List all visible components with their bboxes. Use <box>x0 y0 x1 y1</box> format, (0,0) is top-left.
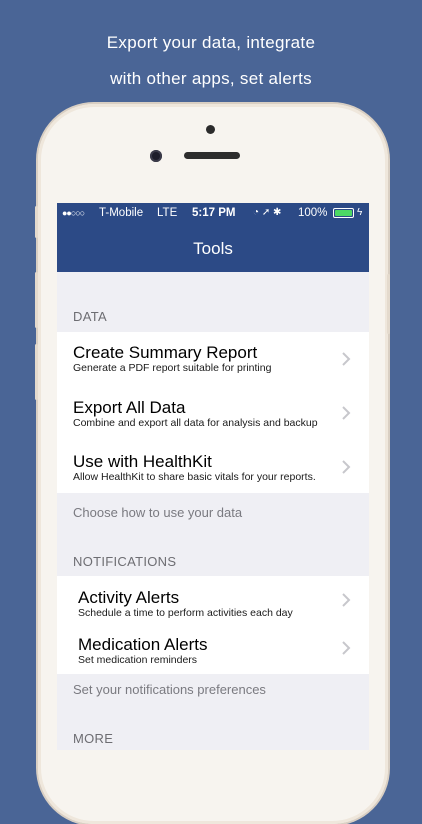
row-subtitle: Set medication reminders <box>78 654 198 666</box>
signal-strength-icon: ●●○○○ <box>62 208 85 218</box>
battery-fill <box>335 210 352 216</box>
activity-alerts-row[interactable]: Activity Alerts Schedule a time to perfo… <box>57 576 369 624</box>
use-with-healthkit-row[interactable]: Use with HealthKit Allow HealthKit to sh… <box>57 440 369 493</box>
chevron-right-icon <box>342 352 351 366</box>
chevron-right-icon <box>342 593 351 607</box>
row-title: Export All Data <box>73 398 186 417</box>
phone-volume-up <box>35 272 38 328</box>
front-camera <box>150 150 162 162</box>
section-footer-data: Choose how to use your data <box>73 505 243 520</box>
row-subtitle: Schedule a time to perform activities ea… <box>78 607 293 619</box>
export-all-data-row[interactable]: Export All Data Combine and export all d… <box>57 386 369 440</box>
battery-icon <box>333 208 354 218</box>
battery-percent: 100% <box>298 207 328 219</box>
chevron-right-icon <box>342 406 351 420</box>
earpiece-speaker <box>184 152 240 159</box>
page-title: Tools <box>193 239 233 258</box>
chevron-right-icon <box>342 641 351 655</box>
section-header-data: DATA <box>73 309 107 324</box>
status-time: 5:17 PM <box>192 207 236 219</box>
promo-headline-line1: Export your data, integrate <box>106 33 316 52</box>
section-header-notifications: NOTIFICATIONS <box>73 554 177 569</box>
section-header-more: MORE <box>73 731 114 746</box>
promo-headline-line2: with other apps, set alerts <box>110 69 312 88</box>
phone-volume-down <box>35 344 38 400</box>
phone-power-button <box>387 274 390 334</box>
status-bar: ●●○○○ T-Mobile LTE 5:17 PM ◔ ➚ ✱ 100% ϟ <box>57 203 369 225</box>
section-footer-notifications: Set your notifications preferences <box>73 682 266 697</box>
row-title: Create Summary Report <box>73 343 258 362</box>
row-subtitle: Combine and export all data for analysis… <box>73 417 318 429</box>
network-type: LTE <box>157 207 178 219</box>
row-title: Medication Alerts <box>78 635 208 654</box>
notifications-group: Activity Alerts Schedule a time to perfo… <box>57 576 369 674</box>
data-group: Create Summary Report Generate a PDF rep… <box>57 332 369 493</box>
phone-mute-switch <box>35 206 38 238</box>
medication-alerts-row[interactable]: Medication Alerts Set medication reminde… <box>57 624 369 674</box>
navigation-bar: Tools <box>57 225 369 272</box>
status-icons: ◔ ➚ ✱ <box>253 207 282 218</box>
charging-bolt-icon: ϟ <box>357 207 363 218</box>
row-subtitle: Allow HealthKit to share basic vitals fo… <box>73 471 316 483</box>
chevron-right-icon <box>342 460 351 474</box>
row-subtitle: Generate a PDF report suitable for print… <box>73 362 272 374</box>
app-screen: ●●○○○ T-Mobile LTE 5:17 PM ◔ ➚ ✱ 100% ϟ … <box>57 203 369 750</box>
proximity-sensor <box>206 125 215 134</box>
row-title: Activity Alerts <box>78 588 180 607</box>
row-title: Use with HealthKit <box>73 452 212 471</box>
carrier-name: T-Mobile <box>99 207 144 219</box>
create-summary-report-row[interactable]: Create Summary Report Generate a PDF rep… <box>57 332 369 386</box>
